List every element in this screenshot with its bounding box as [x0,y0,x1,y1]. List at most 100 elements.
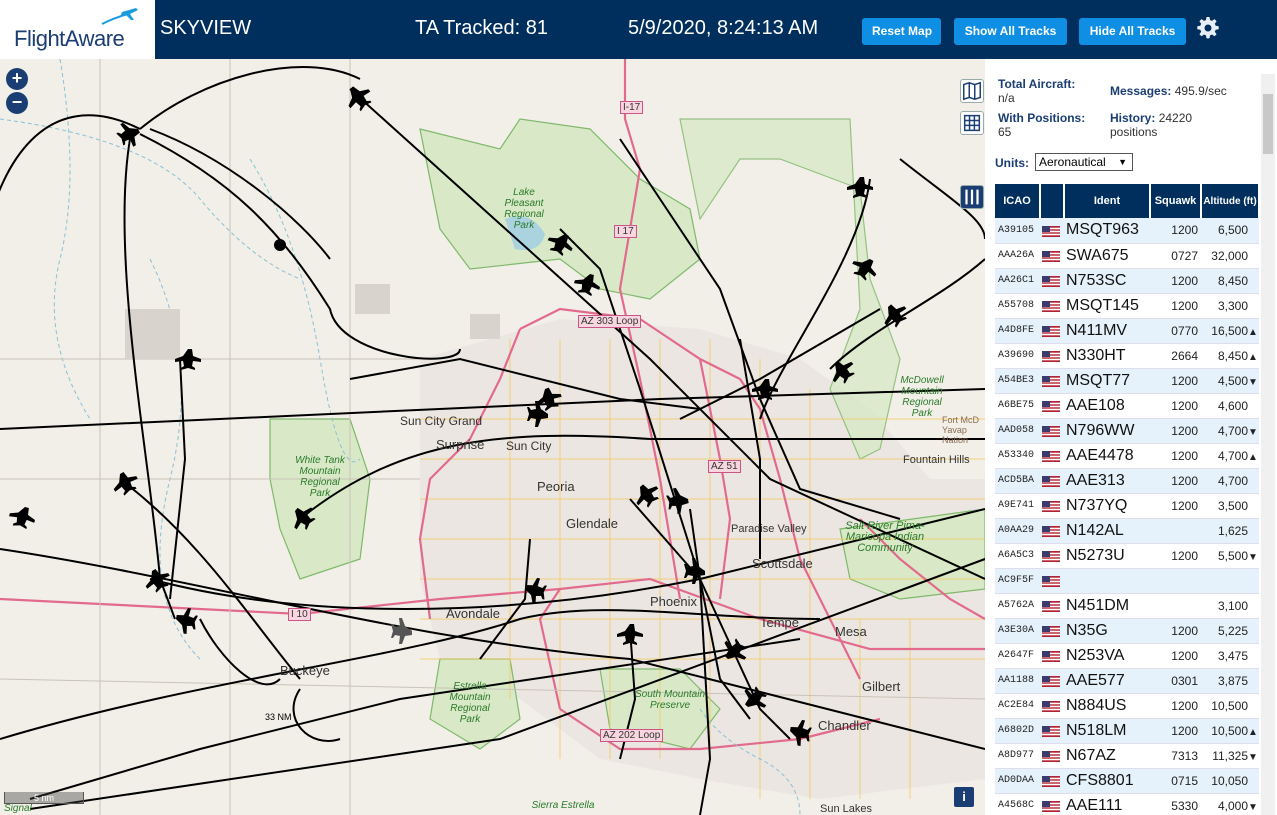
table-row[interactable]: ACD5BA AAE313 1200 4,700 [995,468,1259,494]
table-row[interactable]: A54BE3 MSQT77 1200 4,500▼ [995,368,1259,394]
table-row[interactable]: A5762A N451DM 3,100 [995,593,1259,619]
altitude-value: 3,100 [1217,598,1248,613]
table-row[interactable]: A6BE75 AAE108 1200 4,600 [995,393,1259,419]
altitude-value: 3,300 [1217,298,1248,313]
table-row[interactable]: A0AA29 N142AL 1,625 [995,518,1259,544]
scrollbar-thumb[interactable] [1263,94,1273,154]
row-ident: N253VA [1064,643,1150,669]
altitude-value: 4,700 [1217,473,1248,488]
row-squawk [1150,593,1201,619]
table-row[interactable]: A55708 MSQT145 1200 3,300 [995,293,1259,319]
row-squawk [1150,518,1201,544]
table-row[interactable]: A8D977 N67AZ 7313 11,325▼ [995,743,1259,769]
zoom-out-button[interactable]: − [6,92,28,114]
map-label-phoenix: Phoenix [650,594,697,609]
table-row[interactable]: A6802D N518LM 1200 10,500▲ [995,718,1259,744]
reset-map-button[interactable]: Reset Map [862,18,941,45]
logo-plane-icon [101,8,138,25]
altitude-value: 4,700 [1217,448,1248,463]
table-row[interactable]: AAD058 N796WW 1200 4,700▼ [995,418,1259,444]
altitude-value: 16,500 [1211,323,1248,338]
altitude-value: 11,325 [1212,748,1248,763]
altitude-value: 3,875 [1217,673,1248,688]
columns-icon [965,189,979,205]
table-row[interactable]: A39690 N330HT 2664 8,450▲ [995,343,1259,369]
col-icao[interactable]: ICAO [995,184,1041,218]
table-row[interactable]: AA1188 AAE577 0301 3,875 [995,668,1259,694]
row-squawk: 7313 [1150,743,1201,769]
altitude-trend-icon: ▲ [1248,326,1258,338]
altitude-value: 4,000 [1217,798,1248,813]
grid-toggle-button[interactable] [960,111,984,135]
row-altitude: 3,100 [1201,593,1259,619]
table-row[interactable]: AAA26A SWA675 0727 32,000 [995,243,1259,269]
row-altitude: 10,500 [1201,693,1259,719]
row-ident: AAE108 [1064,393,1150,419]
gear-icon[interactable] [1196,16,1220,40]
flightaware-logo[interactable]: FlightAware [0,0,155,59]
row-icao: A54BE3 [995,368,1040,394]
info-button[interactable]: i [954,787,974,807]
table-row[interactable]: A4D8FE N411MV 0770 16,500▲ [995,318,1259,344]
us-flag-icon [1040,518,1064,544]
table-row[interactable]: A3E30A N35G 1200 5,225 [995,618,1259,644]
altitude-trend-icon: ▼ [1248,426,1258,438]
row-altitude: 8,450▲ [1201,343,1259,369]
us-flag-icon [1040,468,1064,494]
map-layer-button[interactable] [960,79,984,103]
map-icon [963,81,981,101]
map-label-tempe: Tempe [760,615,800,630]
table-row[interactable]: AA26C1 N753SC 1200 8,450 [995,268,1259,294]
row-icao: AAD058 [995,418,1040,444]
tracked-count: TA Tracked: 81 [415,17,549,39]
show-all-tracks-button[interactable]: Show All Tracks [954,18,1067,45]
hide-all-tracks-button[interactable]: Hide All Tracks [1079,18,1186,45]
table-row[interactable]: A53340 AAE4478 1200 4,700▲ [995,443,1259,469]
row-icao: A6A5C3 [995,543,1040,569]
columns-toggle-button[interactable] [960,185,984,209]
top-bar: FlightAware SKYVIEW TA Tracked: 81 5/9/2… [0,0,1277,59]
table-row[interactable]: A4568C AAE111 5330 4,000▼ [995,793,1259,815]
zoom-in-button[interactable]: + [6,68,28,90]
us-flag-icon [1040,268,1064,294]
altitude-trend-icon: ▲ [1248,726,1258,738]
table-row[interactable]: A6A5C3 N5273U 1200 5,500▼ [995,543,1259,569]
table-row[interactable]: AD0DAA CFS8801 0715 10,050 [995,768,1259,794]
map-label-sun-lakes: Sun Lakes [820,803,872,815]
col-squawk[interactable]: Squawk [1150,184,1202,218]
map-label-surprise: Surprise [436,437,485,452]
units-select[interactable]: Aeronautical ▼ [1035,153,1133,171]
row-squawk: 0727 [1150,243,1201,269]
row-altitude: 11,325▼ [1201,743,1259,769]
col-flag[interactable] [1040,184,1065,218]
panel-scrollbar[interactable] [1261,74,1275,815]
row-squawk: 5330 [1150,793,1201,815]
row-squawk: 1200 [1150,368,1201,394]
col-altitude[interactable]: Altitude (ft) [1201,184,1259,218]
map-label-buckeye: Buckeye [280,663,330,678]
table-row[interactable]: A39105 MSQT963 1200 6,500 [995,218,1259,244]
row-altitude [1201,568,1259,594]
skyview-app: FlightAware SKYVIEW TA Tracked: 81 5/9/2… [0,0,1277,815]
row-squawk: 1200 [1150,693,1201,719]
table-row[interactable]: AC2E84 N884US 1200 10,500 [995,693,1259,719]
row-icao: A8D977 [995,743,1040,769]
row-squawk: 1200 [1150,418,1201,444]
altitude-value: 32,000 [1211,248,1248,263]
table-row[interactable]: AC9F5F [995,568,1259,594]
history-stat: History: 24220 positions [1110,111,1192,139]
us-flag-icon [1040,743,1064,769]
row-altitude: 16,500▲ [1201,318,1259,344]
row-ident: AAE111 [1064,793,1150,815]
row-ident: N884US [1064,693,1150,719]
map-label-glendale: Glendale [566,516,619,531]
table-row[interactable]: A2647F N253VA 1200 3,475 [995,643,1259,669]
col-ident[interactable]: Ident [1064,184,1151,218]
row-altitude: 4,000▼ [1201,793,1259,815]
row-ident: SWA675 [1064,243,1150,269]
row-squawk: 1200 [1150,543,1201,569]
row-altitude: 32,000 [1201,243,1259,269]
us-flag-icon [1040,418,1064,444]
table-row[interactable]: A9E741 N737YQ 1200 3,500 [995,493,1259,519]
map-view[interactable]: Sun City Grand Surprise Sun City Peoria … [0,59,985,815]
